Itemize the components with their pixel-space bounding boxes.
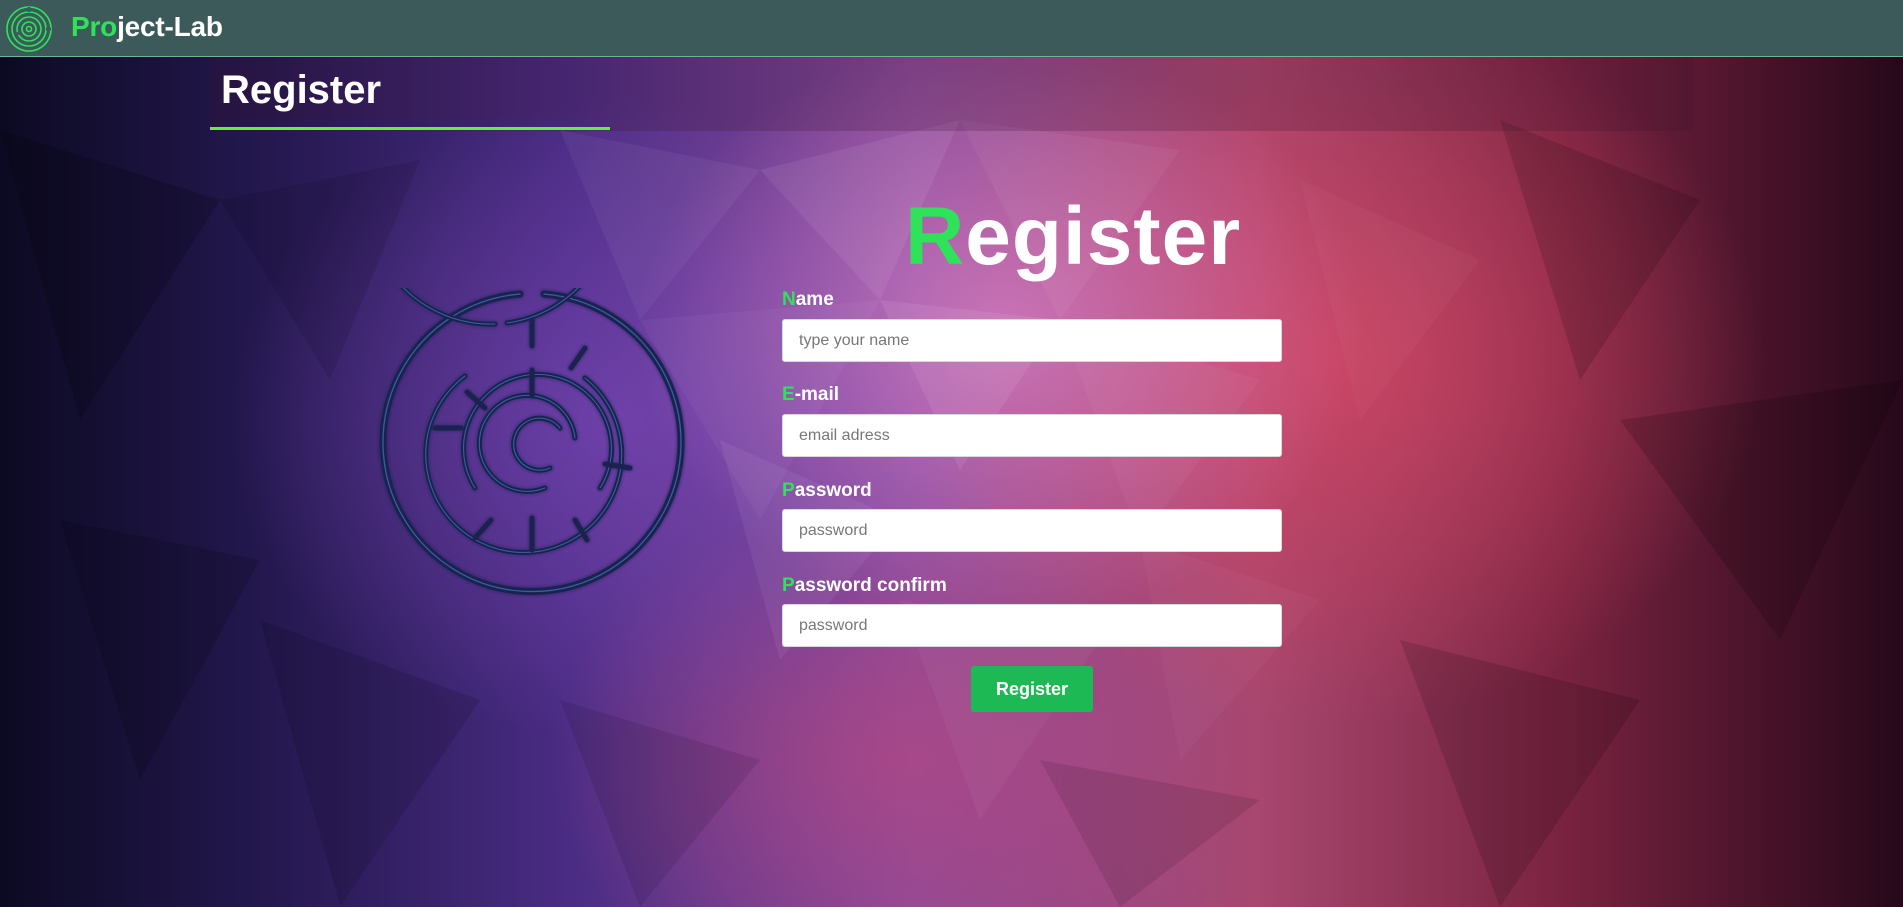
register-button[interactable]: Register bbox=[971, 666, 1093, 712]
password-label-accent: P bbox=[782, 480, 795, 501]
name-label: Name bbox=[782, 289, 834, 311]
password-confirm-input[interactable] bbox=[782, 604, 1282, 647]
password-label: Password bbox=[782, 480, 872, 502]
password-confirm-label: Password confirm bbox=[782, 575, 947, 597]
maze-icon bbox=[379, 288, 685, 596]
page-header-band bbox=[210, 57, 1693, 131]
password-confirm-label-accent: P bbox=[782, 575, 795, 596]
email-label-accent: E bbox=[782, 384, 795, 405]
page-title-underline bbox=[210, 127, 610, 130]
password-confirm-label-rest: assword confirm bbox=[794, 575, 947, 596]
form-title-accent: R bbox=[905, 191, 966, 282]
brand-name-rest: ject-Lab bbox=[117, 11, 223, 42]
form-title-rest: egister bbox=[965, 191, 1242, 282]
name-label-accent: N bbox=[782, 289, 796, 310]
password-input[interactable] bbox=[782, 509, 1282, 552]
password-label-rest: assword bbox=[794, 480, 872, 501]
maze-logo-icon[interactable] bbox=[5, 5, 53, 53]
form-title: Register bbox=[905, 190, 1240, 284]
page-title: Register bbox=[221, 68, 382, 112]
email-input[interactable] bbox=[782, 414, 1282, 457]
name-input[interactable] bbox=[782, 319, 1282, 362]
brand-name-accent: Pro bbox=[71, 11, 118, 42]
name-label-rest: ame bbox=[795, 289, 834, 310]
email-label-rest: -mail bbox=[794, 384, 840, 405]
top-navbar: Project-Lab bbox=[0, 0, 1903, 57]
brand-name[interactable]: Project-Lab bbox=[71, 11, 223, 43]
email-label: E-mail bbox=[782, 384, 839, 406]
